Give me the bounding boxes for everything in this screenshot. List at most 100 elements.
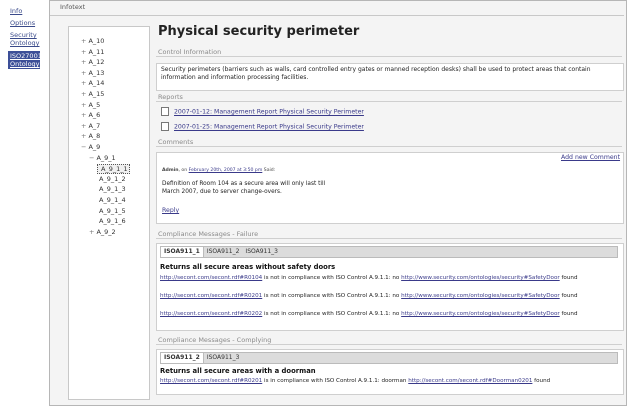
tree-item-a-9-1-6[interactable]: A_9_1_6	[97, 217, 126, 225]
divider	[156, 101, 622, 102]
expand-icon[interactable]: +	[81, 101, 86, 109]
expand-icon[interactable]: +	[81, 90, 86, 98]
tree-item-a-14[interactable]: + A_14	[81, 79, 104, 87]
failure-message: http://secont.com/secont.rdf#R0201 is no…	[160, 293, 578, 299]
complying-rule-title: Returns all secure areas with a doorman	[160, 367, 316, 375]
resource-link[interactable]: http://secont.com/secont.rdf#R0202	[160, 311, 262, 317]
report-row[interactable]: 2007-01-12: Management Report Physical S…	[161, 107, 364, 116]
tree-item-a-9-1-3[interactable]: A_9_1_3	[97, 185, 126, 193]
message-text: found	[532, 378, 551, 384]
left-nav: Info Options Security Ontology ISO27001 …	[0, 0, 48, 410]
tab-isoa911-3[interactable]: ISOA911_3	[204, 353, 243, 363]
tree-item-a-6[interactable]: + A_6	[81, 111, 100, 119]
resource-link[interactable]: http://secont.com/secont.rdf#R0201	[160, 293, 262, 299]
tree-item-a-9-1-4[interactable]: A_9_1_4	[97, 196, 126, 204]
nav-security-ontology-link[interactable]: Security Ontology	[10, 31, 48, 47]
tree-item-a-9-1-5[interactable]: A_9_1_5	[97, 207, 126, 215]
tree-item-a-8[interactable]: + A_8	[81, 132, 100, 140]
tree-item-a-9[interactable]: − A_9	[81, 143, 100, 151]
tab-isoa911-2[interactable]: ISOA911_2	[161, 353, 204, 363]
tree-item-a-9-1-1[interactable]: A_9_1_1	[97, 164, 130, 175]
resource-link[interactable]: http://secont.com/secont.rdf#R0201	[160, 378, 262, 384]
tree-item-a-9-2[interactable]: + A_9_2	[89, 228, 116, 236]
complying-heading: Compliance Messages - Complying	[158, 336, 272, 344]
report-link[interactable]: 2007-01-12: Management Report Physical S…	[174, 109, 364, 116]
tree-item-label: A_9_1_1	[101, 165, 128, 174]
reports-heading: Reports	[158, 93, 183, 101]
comment-date-link[interactable]: February 20th, 2007 at 3:50 pm	[189, 168, 263, 173]
tab-isoa911-2[interactable]: ISOA911_2	[204, 247, 243, 257]
tree-item-a-7[interactable]: + A_7	[81, 122, 100, 130]
message-text: is not in compliance with ISO Control A.…	[262, 275, 402, 281]
class-link[interactable]: http://secont.com/secont.rdf#Doorman0201	[408, 378, 532, 384]
failure-message: http://secont.com/secont.rdf#R0104 is no…	[160, 275, 578, 281]
tree-item-label: A_9	[88, 143, 101, 151]
message-text: is not in compliance with ISO Control A.…	[262, 293, 402, 299]
expand-icon[interactable]: +	[89, 228, 94, 236]
tree-item-label: A_7	[88, 121, 101, 130]
class-link[interactable]: http://www.security.com/ontologies/secur…	[401, 275, 560, 281]
nav-info-link[interactable]: Info	[10, 7, 48, 15]
expand-icon[interactable]: +	[81, 132, 86, 140]
tree-item-label: A_9_1_3	[99, 185, 126, 194]
message-text: is in compliance with ISO Control A.9.1.…	[262, 378, 409, 384]
complying-message: http://secont.com/secont.rdf#R0201 is in…	[160, 378, 550, 384]
tree-item-label: A_9_1_2	[99, 174, 126, 183]
tab-isoa911-1[interactable]: ISOA911_1	[161, 247, 204, 257]
tree-item-label: A_6	[88, 111, 101, 120]
failure-tabbar: ISOA911_1 ISOA911_2 ISOA911_3	[160, 246, 618, 258]
tree-item-a-13[interactable]: + A_13	[81, 69, 104, 77]
tree-item-label: A_9_1_5	[99, 206, 126, 215]
expand-icon[interactable]: +	[81, 69, 86, 77]
tree-item-label: A_13	[88, 68, 105, 77]
tree-item-label: A_9_2	[96, 227, 116, 236]
expand-icon[interactable]: +	[81, 48, 86, 56]
expand-icon[interactable]: +	[81, 37, 86, 45]
collapse-icon[interactable]: −	[89, 154, 94, 162]
tree-item-a-11[interactable]: + A_11	[81, 48, 104, 56]
divider	[156, 146, 622, 147]
collapse-icon[interactable]: −	[81, 143, 86, 151]
tree-item-label: A_14	[88, 79, 105, 88]
tree-item-label: A_9_1	[96, 153, 116, 162]
control-info-box: Security perimeters (barriers such as wa…	[156, 63, 624, 91]
report-row[interactable]: 2007-01-25: Management Report Physical S…	[161, 122, 364, 131]
failure-rule-title: Returns all secure areas without safety …	[160, 263, 336, 271]
tree-item-a-12[interactable]: + A_12	[81, 58, 104, 66]
resource-link[interactable]: http://secont.com/secont.rdf#R0104	[160, 275, 262, 281]
failure-heading: Compliance Messages - Failure	[158, 230, 259, 238]
tree-item-a-5[interactable]: + A_5	[81, 101, 100, 109]
expand-icon[interactable]: +	[81, 122, 86, 130]
message-text: found	[559, 275, 578, 281]
tree-item-a-10[interactable]: + A_10	[81, 37, 104, 45]
tree-item-label: A_8	[88, 132, 101, 141]
class-link[interactable]: http://www.security.com/ontologies/secur…	[401, 311, 560, 317]
divider	[156, 344, 622, 345]
control-info-heading: Control Information	[158, 48, 222, 56]
expand-icon[interactable]: +	[81, 111, 86, 119]
tree-item-label: A_9_1_4	[99, 196, 126, 204]
comment-said: Said:	[263, 168, 276, 173]
expand-icon[interactable]: +	[81, 79, 86, 87]
tab-isoa911-3[interactable]: ISOA911_3	[242, 247, 281, 257]
complying-tabbar: ISOA911_2 ISOA911_3	[160, 352, 618, 364]
class-link[interactable]: http://www.security.com/ontologies/secur…	[401, 293, 560, 299]
tree-item-a-9-1-2[interactable]: A_9_1_2	[97, 175, 126, 183]
document-icon	[161, 122, 169, 131]
message-text: found	[559, 311, 578, 317]
add-comment-link[interactable]: Add new Comment	[561, 154, 620, 161]
infotext-title: Infotext	[60, 3, 86, 11]
tree-item-a-15[interactable]: + A_15	[81, 90, 104, 98]
nav-iso27001-ontology-link[interactable]: ISO27001 Ontology	[8, 51, 42, 69]
report-link[interactable]: 2007-01-25: Management Report Physical S…	[174, 124, 364, 131]
divider	[156, 238, 622, 239]
expand-icon[interactable]: +	[81, 58, 86, 66]
tree-item-a-9-1[interactable]: − A_9_1	[89, 154, 116, 162]
comment-author: Admin	[162, 168, 179, 173]
comment-meta: Admin, on February 20th, 2007 at 3:50 pm…	[162, 168, 275, 173]
reply-link[interactable]: Reply	[162, 207, 179, 214]
divider	[156, 56, 622, 57]
message-text: found	[559, 293, 578, 299]
comment-on: , on	[178, 168, 188, 173]
nav-options-link[interactable]: Options	[10, 19, 48, 27]
